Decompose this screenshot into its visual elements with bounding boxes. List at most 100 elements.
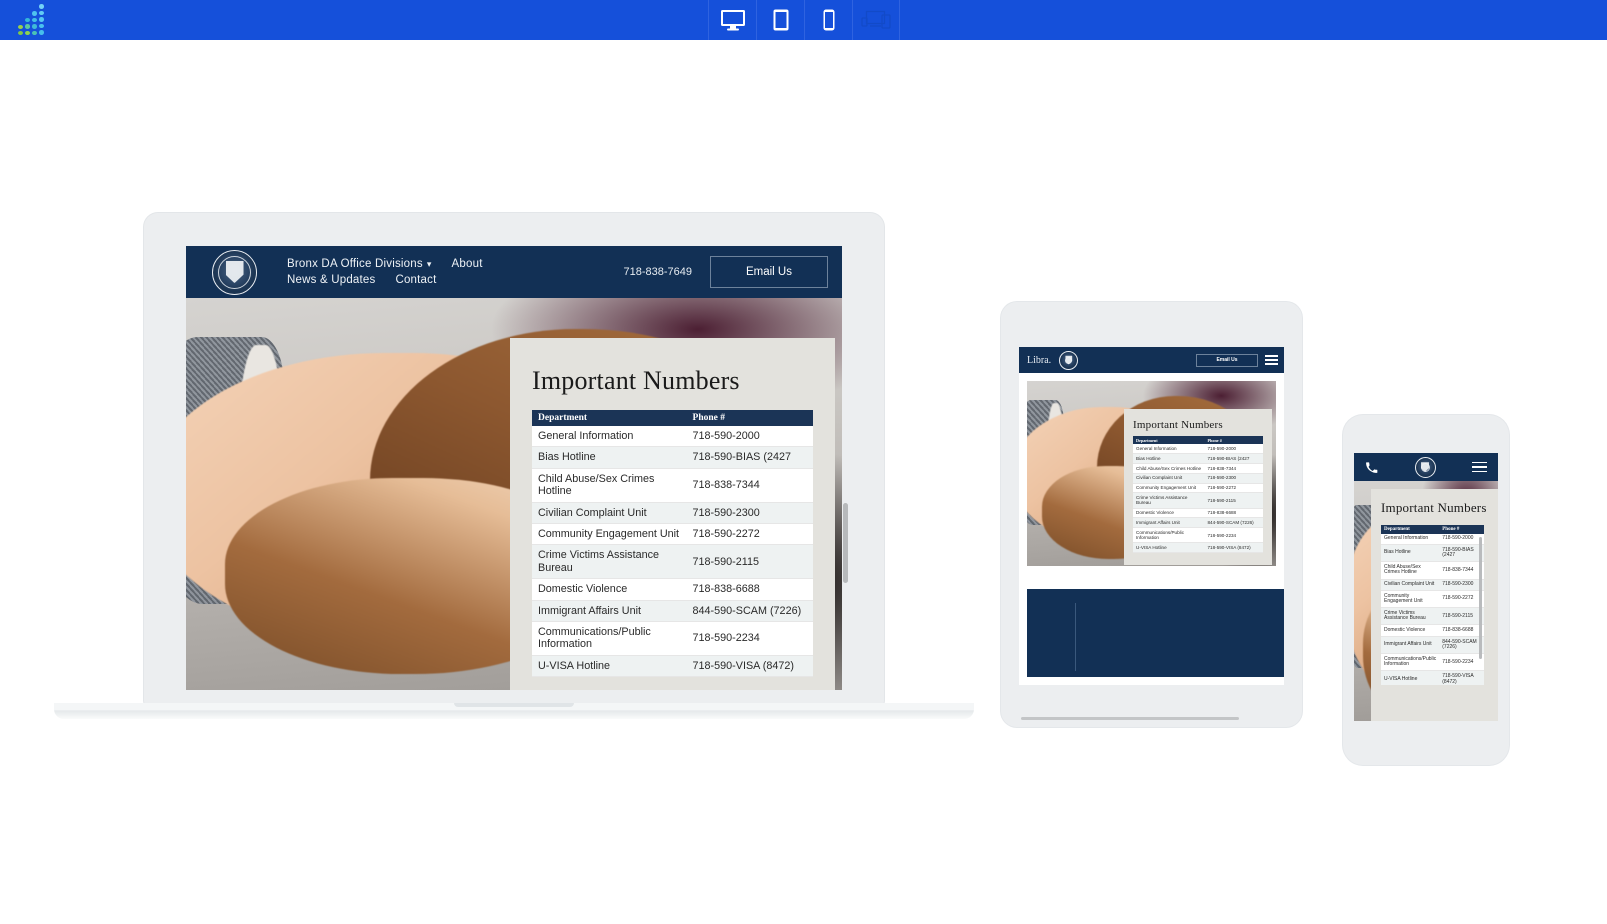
da-seal-icon: [1059, 350, 1079, 370]
table-row: Bias Hotline 718-590-BIAS (2427: [532, 446, 813, 469]
cell-phone: 718-590-2115: [1439, 607, 1484, 626]
cell-phone: 718-590-2234: [1204, 527, 1263, 544]
preview-stage: Bronx DA Office Divisions ▾ About News & …: [0, 40, 1607, 924]
table-scrollbar[interactable]: [1479, 536, 1482, 659]
table-scroll-area[interactable]: Department Phone # General Information 71…: [1381, 524, 1484, 685]
cell-department: Civilian Complaint Unit: [532, 502, 687, 525]
tablet-horizontal-scrollbar[interactable]: [1021, 717, 1239, 720]
important-numbers-card: Important Numbers Department Phone # Gen…: [1371, 489, 1498, 721]
main-navigation: Bronx DA Office Divisions ▾ About News & …: [287, 258, 587, 286]
tablet-viewport[interactable]: Libra. Email Us Important Numbers Depart…: [1019, 347, 1284, 685]
important-numbers-card: Important Numbers Department Phone # Gen…: [1124, 409, 1272, 566]
table-row: General Information 718-590-2000: [1133, 444, 1263, 454]
table-row: Civilian Complaint Unit 718-590-2300: [1381, 579, 1484, 592]
table-head: Department Phone #: [532, 410, 813, 426]
cell-department: Communications/Public Information: [1381, 653, 1440, 672]
cell-department: Crime Victims Assistance Bureau: [1133, 492, 1205, 509]
cell-department: Child Abuse/Sex Crimes Hotline: [532, 468, 687, 503]
nav-item-divisions[interactable]: Bronx DA Office Divisions ▾: [287, 258, 432, 270]
cell-department: Bias Hotline: [532, 446, 687, 469]
app-logo[interactable]: [0, 0, 62, 40]
cell-department: Communications/Public Information: [532, 621, 687, 656]
table-row: U-VISA Hotline 718-590-VISA (8472): [532, 655, 813, 678]
cell-phone: 718-590-2234: [1439, 653, 1484, 672]
table-row: Child Abuse/Sex Crimes Hotline 718-838-73…: [532, 468, 813, 503]
cell-phone: 718-590-VISA (8472): [686, 655, 813, 678]
cell-department: Community Engagement Unit: [1381, 590, 1440, 609]
nav-item-contact[interactable]: Contact: [395, 274, 436, 286]
device-toggle-tablet[interactable]: [756, 0, 804, 40]
cell-phone: 718-590-VISA (8472): [1439, 670, 1484, 685]
cell-phone: 718-838-6688: [1439, 624, 1484, 638]
cell-department: Community Engagement Unit: [1133, 483, 1205, 494]
cell-phone: 844-590-SCAM (7226): [686, 600, 813, 623]
table-row: Community Engagement Unit 718-590-2272: [532, 523, 813, 546]
device-toggle-desktop[interactable]: [708, 0, 756, 40]
cell-department: Bias Hotline: [1133, 453, 1205, 464]
device-toggle-all-devices[interactable]: [852, 0, 900, 40]
all-devices-icon: [861, 10, 891, 29]
da-seal-icon: [212, 249, 257, 295]
table-row: Bias Hotline 718-590-BIAS (2427: [1381, 544, 1484, 563]
table-row: Community Engagement Unit 718-590-2272: [1381, 590, 1484, 609]
tablet-icon: [773, 9, 788, 31]
table-row: Crime Victims Assistance Bureau 718-590-2…: [1381, 607, 1484, 626]
hamburger-menu-icon[interactable]: [1472, 459, 1487, 476]
cell-department: Bias Hotline: [1381, 544, 1440, 563]
column-header-phone: Phone #: [686, 410, 813, 426]
header-phone-number[interactable]: 718-838-7649: [623, 266, 692, 278]
cell-department: Civilian Complaint Unit: [1133, 473, 1205, 484]
device-toggle-mobile[interactable]: [804, 0, 852, 40]
cell-phone: 718-590-2115: [1204, 492, 1263, 509]
tablet-preview-frame: Libra. Email Us Important Numbers Depart…: [1001, 302, 1302, 727]
cell-phone: 718-590-2000: [686, 426, 813, 448]
table-row: Communications/Public Information 718-590…: [532, 621, 813, 656]
laptop-base: [54, 703, 974, 719]
table-body: General Information 718-590-2000 Bias Hotl…: [1133, 444, 1263, 554]
table-row: Domestic Violence 718-838-6688: [532, 578, 813, 601]
table-row: Community Engagement Unit 718-590-2272: [1133, 483, 1263, 494]
cell-department: Crime Victims Assistance Bureau: [1381, 607, 1440, 626]
table-row: U-VISA Hotline 718-590-VISA (8472): [1133, 542, 1263, 554]
desktop-preview-frame: Bronx DA Office Divisions ▾ About News & …: [54, 213, 974, 725]
cell-phone: 718-590-2300: [686, 502, 813, 525]
desktop-viewport[interactable]: Bronx DA Office Divisions ▾ About News & …: [186, 246, 842, 690]
chevron-down-icon: ▾: [426, 259, 432, 269]
card-title: Important Numbers: [532, 366, 740, 395]
phone-icon[interactable]: [1365, 461, 1378, 474]
cell-department: General Information: [532, 426, 687, 448]
nav-item-about[interactable]: About: [452, 258, 483, 270]
table-row: Immigrant Affairs Unit 844-590-SCAM (7226…: [1133, 517, 1263, 529]
site-footer-tablet: [1027, 589, 1284, 677]
table-row: Immigrant Affairs Unit 844-590-SCAM (7226…: [1381, 636, 1484, 655]
card-title: Important Numbers: [1381, 500, 1487, 515]
column-header-phone: Phone #: [1439, 524, 1484, 534]
cell-phone: 844-590-SCAM (7226): [1204, 517, 1263, 529]
email-us-button[interactable]: Email Us: [1196, 353, 1258, 367]
hero-section-mobile: Important Numbers Department Phone # Gen…: [1354, 481, 1498, 721]
cell-phone: 718-590-VISA (8472): [1204, 542, 1263, 554]
hero-section: Important Numbers Department Phone # Gen…: [186, 298, 842, 690]
nav-item-news[interactable]: News & Updates: [287, 274, 375, 286]
cell-phone: 718-590-2000: [1439, 533, 1484, 546]
card-title: Important Numbers: [1133, 419, 1223, 431]
cell-phone: 718-838-6688: [1204, 508, 1263, 519]
site-page-tablet: Libra. Email Us Important Numbers Depart…: [1019, 347, 1284, 685]
cell-phone: 718-590-2300: [1204, 473, 1263, 484]
table-row: Crime Victims Assistance Bureau 718-590-2…: [1133, 492, 1263, 509]
viewport-scrollbar[interactable]: [843, 503, 848, 583]
mobile-icon: [823, 9, 834, 31]
cell-department: U-VISA Hotline: [532, 655, 687, 678]
table-row: General Information 718-590-2000: [532, 426, 813, 448]
table-row: Child Abuse/Sex Crimes Hotline 718-838-73…: [1381, 561, 1484, 580]
email-us-button[interactable]: Email Us: [710, 256, 828, 288]
table-row: Civilian Complaint Unit 718-590-2300: [532, 502, 813, 525]
cell-phone: 718-590-2272: [1439, 590, 1484, 609]
table-row: U-VISA Hotline 718-590-VISA (8472): [1381, 670, 1484, 685]
important-numbers-card: Important Numbers Department Phone # Gen…: [510, 338, 835, 690]
cell-phone: 718-590-2115: [686, 544, 813, 580]
table-header-row: Department Phone #: [1381, 524, 1484, 534]
mobile-viewport[interactable]: Important Numbers Department Phone # Gen…: [1354, 453, 1498, 721]
hamburger-menu-icon[interactable]: [1265, 353, 1278, 368]
important-numbers-table: Department Phone # General Information 71…: [1381, 524, 1484, 685]
